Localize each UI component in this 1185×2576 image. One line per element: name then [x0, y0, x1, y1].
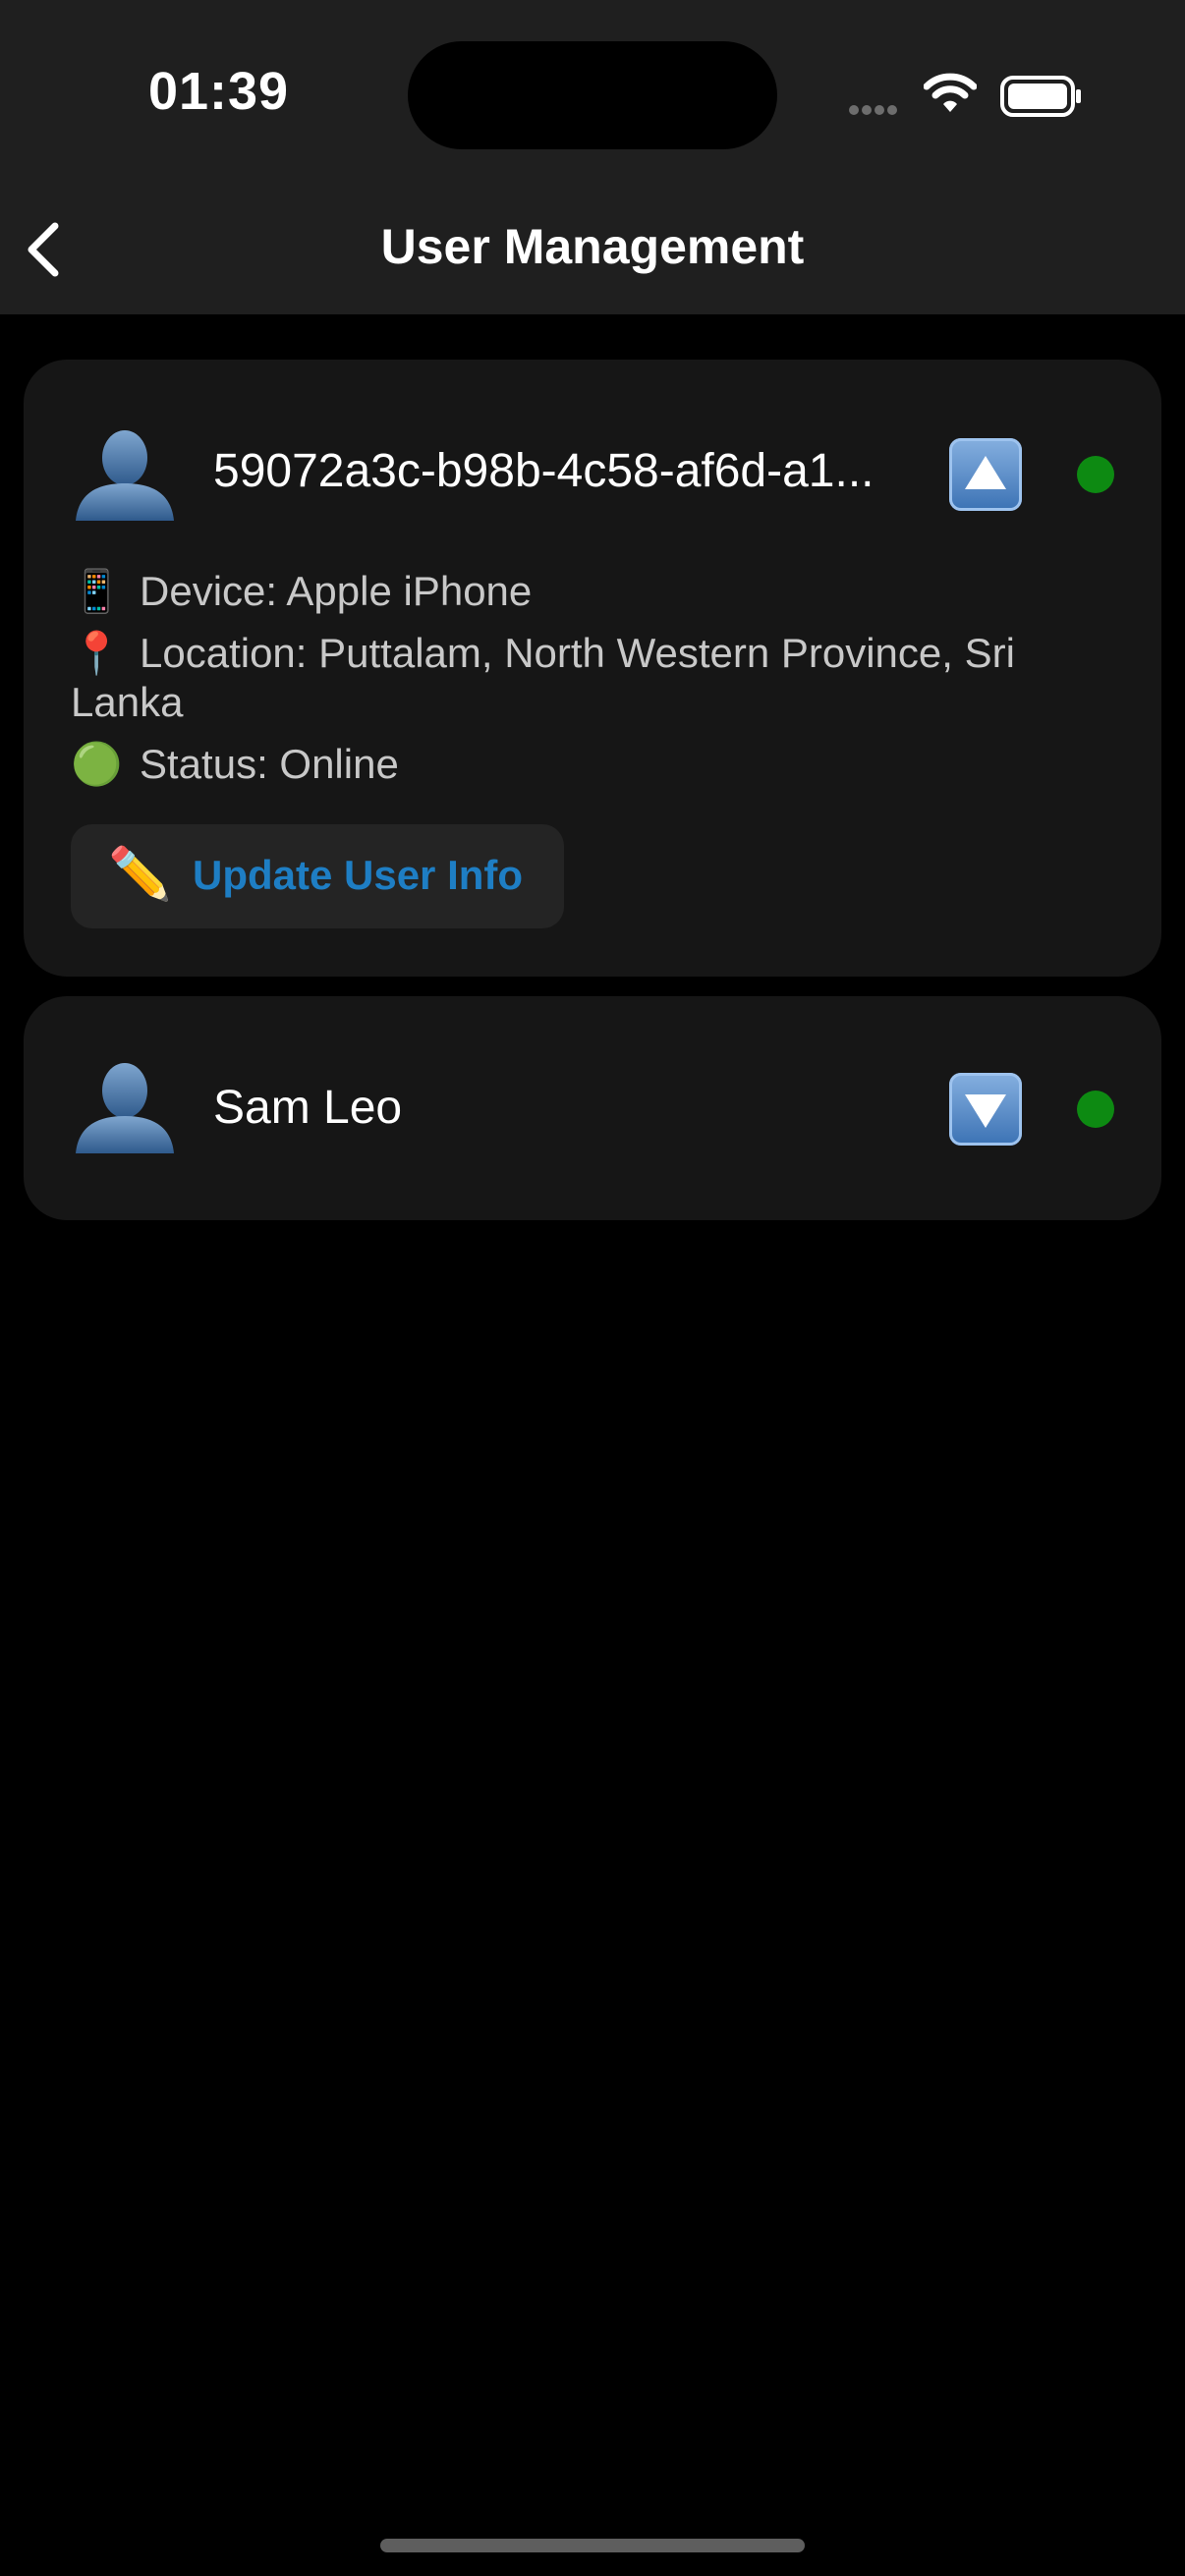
down-arrow-button-icon[interactable] [949, 1073, 1022, 1146]
wifi-icon [923, 73, 978, 119]
user-silhouette-icon [71, 426, 179, 525]
device-text: Device: Apple iPhone [140, 568, 533, 614]
location-info: 📍 Location: Puttalam, North Western Provi… [71, 629, 1122, 727]
battery-full-icon [1000, 75, 1083, 123]
location-text: Location: Puttalam, North Western Provin… [71, 630, 1015, 725]
location-pin-icon: 📍 [71, 630, 123, 676]
status-time: 01:39 [147, 62, 290, 121]
online-indicator [1077, 1091, 1114, 1128]
user-silhouette-icon [71, 1059, 179, 1157]
user-name: Sam Leo [213, 1082, 403, 1134]
up-arrow-button-icon[interactable] [949, 438, 1022, 511]
status-info: 🟢 Status: Online [71, 740, 1122, 789]
page-title: User Management [380, 219, 805, 274]
home-indicator[interactable] [380, 2539, 805, 2552]
user-card: 59072a3c-b98b-4c58-af6d-a1... 📱 Device: A… [24, 360, 1161, 977]
pencil-icon: ✏️ [108, 846, 172, 903]
status-bar: 01:39 [0, 0, 1185, 187]
cellular-dots-icon [849, 102, 900, 120]
green-circle-icon: 🟢 [71, 741, 123, 787]
mobile-phone-icon: 📱 [71, 568, 123, 614]
device-info: 📱 Device: Apple iPhone [71, 567, 1122, 616]
update-user-info-button[interactable]: ✏️ Update User Info [71, 824, 564, 928]
user-name: 59072a3c-b98b-4c58-af6d-a1... [213, 445, 875, 497]
update-user-info-label: Update User Info [193, 852, 524, 898]
status-text: Status: Online [140, 741, 399, 787]
online-indicator [1077, 456, 1114, 493]
dynamic-island [408, 41, 777, 149]
user-card: Sam Leo [24, 996, 1161, 1220]
